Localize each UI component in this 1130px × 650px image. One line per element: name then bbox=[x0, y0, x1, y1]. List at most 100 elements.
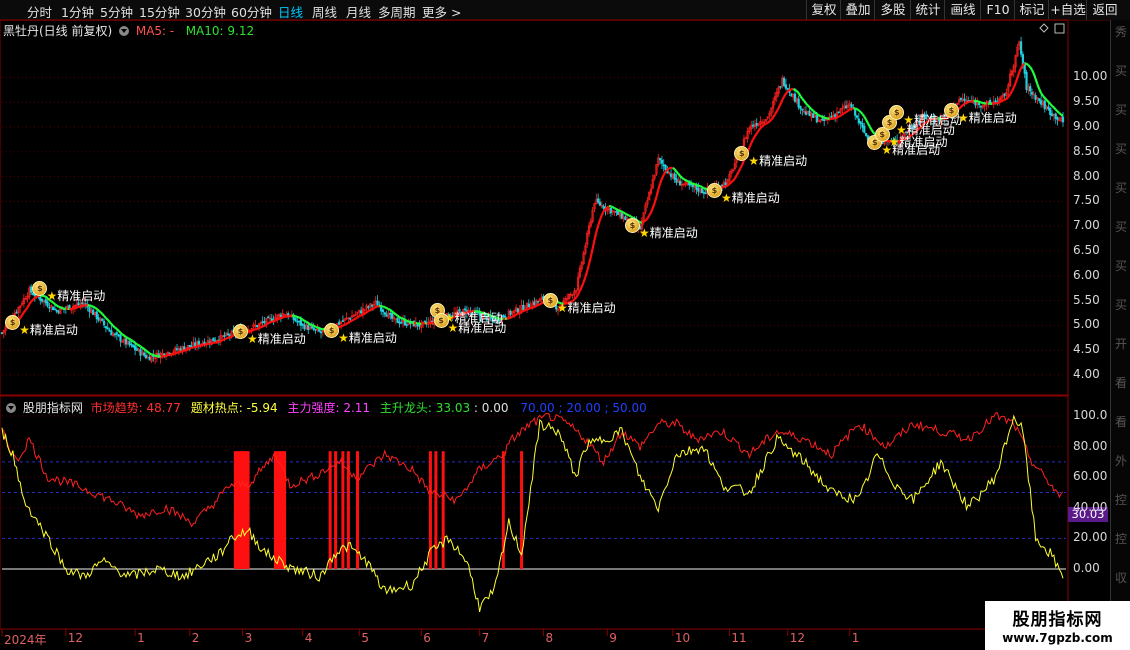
ma10-segment bbox=[391, 310, 395, 314]
hot-value: 题材热点: -5.94 bbox=[190, 401, 278, 415]
ma10-segment bbox=[1034, 78, 1039, 85]
ma10-segment bbox=[349, 319, 353, 323]
ma10-segment bbox=[659, 178, 663, 184]
candle-body bbox=[1034, 95, 1037, 100]
candle-body bbox=[301, 323, 304, 326]
ma10-segment bbox=[515, 312, 519, 316]
candle-body bbox=[659, 158, 662, 161]
ma10-segment bbox=[298, 316, 302, 320]
ma10-segment bbox=[382, 305, 386, 309]
ma10-segment bbox=[54, 303, 58, 307]
ma10-segment bbox=[1053, 106, 1057, 111]
chevron-down-icon[interactable] bbox=[6, 403, 16, 413]
ma10-segment bbox=[965, 101, 969, 104]
maximize-icon bbox=[1054, 23, 1065, 34]
ma10-segment bbox=[19, 314, 23, 319]
ma10-segment bbox=[132, 340, 136, 344]
ma10-segment bbox=[1060, 113, 1064, 117]
ma10-segment bbox=[511, 314, 515, 318]
ma10-segment bbox=[117, 329, 122, 334]
candle-body bbox=[349, 317, 352, 320]
candle-body bbox=[400, 321, 403, 324]
ma10-segment bbox=[271, 320, 274, 323]
candle-body bbox=[793, 93, 797, 102]
price-axis-label: 7.50 bbox=[1073, 193, 1100, 208]
ma10-segment bbox=[752, 135, 756, 140]
ma10-segment bbox=[313, 324, 316, 328]
ma10-segment bbox=[367, 309, 371, 313]
signal-text: 精准启动 bbox=[649, 225, 698, 240]
candle-body bbox=[0, 332, 4, 334]
ma10-segment bbox=[1047, 101, 1052, 105]
candle-body bbox=[55, 310, 58, 312]
ma10-segment bbox=[578, 286, 583, 292]
candle-body bbox=[312, 327, 315, 330]
ma10-segment bbox=[657, 183, 662, 190]
ma10-segment bbox=[725, 184, 729, 188]
price-axis-label: 5.00 bbox=[1073, 317, 1100, 332]
ma10-segment bbox=[863, 115, 868, 121]
ma10-segment bbox=[229, 335, 233, 339]
star-icon: ★ bbox=[903, 112, 915, 127]
date-axis-label: 6 bbox=[423, 631, 431, 645]
ma10-segment bbox=[580, 281, 585, 288]
ma10-segment bbox=[149, 352, 152, 356]
ma10-segment bbox=[696, 184, 699, 187]
signal-label: ★精准启动 bbox=[448, 319, 507, 336]
ma10-segment bbox=[701, 186, 705, 190]
ma10-segment bbox=[866, 122, 871, 128]
ma10-segment bbox=[598, 214, 603, 221]
ma10-segment bbox=[406, 319, 409, 323]
candle-body bbox=[132, 344, 135, 348]
candle-body bbox=[664, 164, 667, 171]
ma10-segment bbox=[677, 173, 682, 177]
ma10-segment bbox=[366, 310, 370, 314]
candle-body bbox=[700, 188, 704, 194]
candle-body bbox=[804, 111, 808, 115]
ma10-segment bbox=[223, 337, 227, 341]
signal-text: 精准启动 bbox=[29, 322, 78, 337]
candle-body bbox=[1056, 117, 1059, 121]
ma10-segment bbox=[347, 320, 351, 324]
strip-char: 外 bbox=[1114, 454, 1127, 468]
ma10-segment bbox=[589, 248, 594, 258]
candle-body bbox=[602, 205, 605, 209]
ma10-segment bbox=[865, 119, 869, 124]
ma10-segment bbox=[996, 101, 1000, 105]
ma10-segment bbox=[1036, 84, 1041, 90]
ma10-segment bbox=[305, 320, 309, 325]
ma10-segment bbox=[214, 341, 218, 344]
ma10-segment bbox=[1010, 87, 1015, 92]
ma10-segment bbox=[517, 311, 521, 315]
ma10-segment bbox=[34, 295, 38, 299]
money-bag-icon: $ bbox=[232, 323, 248, 339]
price-axis-label: 6.50 bbox=[1073, 243, 1100, 257]
ma10-segment bbox=[358, 314, 362, 318]
candle-body bbox=[148, 356, 151, 361]
candle-body bbox=[504, 315, 507, 318]
ma10-segment bbox=[533, 305, 537, 309]
ma10-segment bbox=[774, 110, 778, 116]
candle-body bbox=[135, 348, 139, 351]
ma10-segment bbox=[539, 302, 543, 306]
ma10-segment bbox=[690, 182, 694, 185]
candle-body bbox=[615, 210, 618, 213]
signal-label: ★精准启动 bbox=[748, 152, 807, 169]
chevron-down-icon[interactable] bbox=[119, 26, 130, 36]
candle-body bbox=[865, 132, 868, 137]
kline-chart[interactable] bbox=[0, 0, 1130, 650]
star-icon: ★ bbox=[246, 331, 258, 346]
leader-spike bbox=[341, 451, 345, 569]
main-frame bbox=[0, 19, 1069, 396]
strip-char: 开 bbox=[1114, 337, 1127, 351]
price-axis-label: 9.00 bbox=[1073, 119, 1100, 133]
ma10-segment bbox=[849, 107, 852, 111]
ma10-segment bbox=[845, 110, 849, 114]
money-bag-icon: $ bbox=[542, 292, 558, 308]
ma10-segment bbox=[859, 111, 864, 115]
ma10-segment bbox=[624, 212, 628, 216]
price-axis-label: 4.00 bbox=[1073, 367, 1100, 381]
ma10-segment bbox=[344, 322, 348, 326]
date-axis-label: 12 bbox=[789, 631, 805, 645]
ma10-segment bbox=[97, 309, 102, 313]
